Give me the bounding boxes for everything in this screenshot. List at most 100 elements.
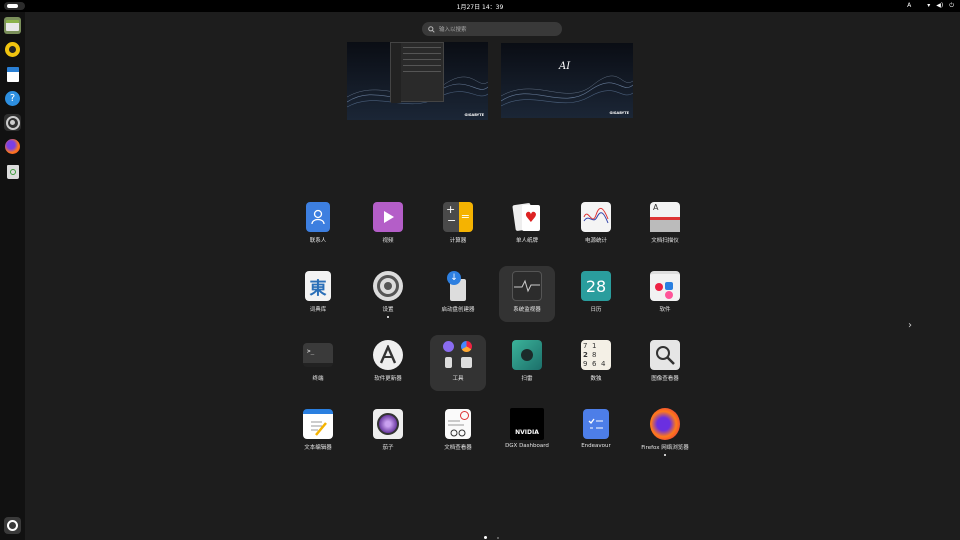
app-settings[interactable]: 设置: [360, 266, 416, 322]
cheese-icon: [373, 409, 403, 439]
app-calculator[interactable]: + − = 计算器: [430, 197, 486, 253]
app-label: Firefox 网络浏览器: [641, 445, 689, 451]
workspace-thumbnail-1[interactable]: GIGABYTE: [347, 42, 488, 120]
app-label: 扫雷: [521, 376, 533, 382]
next-page-arrow-icon[interactable]: ›: [908, 320, 912, 331]
app-videos[interactable]: 视频: [360, 197, 416, 253]
contacts-icon: [306, 202, 330, 232]
app-folder-utilities[interactable]: 工具: [430, 335, 486, 391]
settings-gear-icon: [373, 271, 403, 301]
window-preview[interactable]: [390, 42, 444, 103]
dock: ?: [0, 12, 25, 540]
image-viewer-icon: [650, 340, 680, 370]
app-mines[interactable]: 扫雷: [499, 335, 555, 391]
software-icon: [650, 271, 680, 301]
files-icon[interactable]: [4, 17, 21, 34]
app-endeavour[interactable]: Endeavour: [568, 404, 624, 460]
app-software-updater[interactable]: 软件更新器: [360, 335, 416, 391]
app-label: 软件更新器: [374, 376, 402, 382]
help-icon[interactable]: ?: [4, 90, 21, 107]
app-label: Endeavour: [581, 443, 611, 449]
app-dgx-dashboard[interactable]: NVIDIA DGX Dashboard: [499, 404, 555, 460]
app-solitaire[interactable]: ♥ 单人纸牌: [499, 197, 555, 253]
search-placeholder: 输入以搜索: [439, 27, 467, 33]
running-indicator: [387, 316, 389, 318]
settings-icon[interactable]: [4, 114, 21, 131]
app-text-editor[interactable]: 文本编辑器: [290, 404, 346, 460]
videos-icon: [373, 202, 403, 232]
firefox-icon[interactable]: [4, 138, 21, 155]
calendar-icon: 28: [581, 271, 611, 301]
search-input[interactable]: 输入以搜索: [422, 22, 562, 36]
system-monitor-icon: [512, 271, 542, 301]
search-icon: [428, 25, 435, 33]
trash-icon[interactable]: [4, 163, 21, 180]
app-label: 启动盘创建器: [441, 307, 475, 313]
app-system-monitor[interactable]: 系统监视器: [499, 266, 555, 322]
app-software[interactable]: 软件: [637, 266, 693, 322]
app-label: 日历: [590, 307, 602, 313]
running-indicator: [664, 454, 666, 456]
app-label: 视频: [382, 238, 394, 244]
document-viewer-icon: [445, 409, 471, 439]
software-updater-icon: [373, 340, 403, 370]
endeavour-icon: [583, 409, 609, 439]
app-label: 文档扫描仪: [651, 238, 679, 244]
app-firefox[interactable]: Firefox 网络浏览器: [637, 404, 693, 460]
app-label: 联系人: [309, 238, 327, 244]
terminal-icon: >_: [303, 343, 333, 367]
app-calendar[interactable]: 28 日历: [568, 266, 624, 322]
app-contacts[interactable]: 联系人: [290, 197, 346, 253]
firefox-icon: [650, 408, 680, 440]
app-dictionary[interactable]: 東 词典库: [290, 266, 346, 322]
app-label: 系统监视器: [513, 307, 541, 313]
app-label: 茄子: [382, 445, 394, 451]
app-sudoku[interactable]: 71 28 964 数独: [568, 335, 624, 391]
top-bar: 1月27日 14：39 A ▾ ◀) ⏻: [0, 0, 960, 12]
sudoku-icon: 71 28 964: [581, 340, 611, 370]
text-editor-icon: [303, 409, 333, 439]
app-document-scanner[interactable]: A 文档扫描仪: [637, 197, 693, 253]
app-label: 软件: [659, 307, 671, 313]
app-label: 电源统计: [584, 238, 607, 244]
mines-icon: [512, 340, 542, 370]
app-label: 计算器: [449, 238, 467, 244]
system-tray[interactable]: A ▾ ◀) ⏻: [907, 2, 954, 10]
app-label: 文档查看器: [444, 445, 472, 451]
calculator-icon: + − =: [443, 202, 473, 232]
ai-logo: AI: [559, 61, 571, 72]
document-scanner-icon: A: [650, 202, 680, 232]
writer-icon[interactable]: [4, 66, 21, 83]
app-label: 设置: [382, 307, 394, 313]
input-method-indicator[interactable]: A: [907, 2, 911, 10]
rhythmbox-icon[interactable]: [4, 41, 21, 58]
page-indicator-inactive[interactable]: [497, 537, 499, 539]
clock[interactable]: 1月27日 14：39: [0, 2, 960, 11]
app-label: 终端: [312, 376, 324, 382]
app-label: 文本编辑器: [304, 445, 332, 451]
dictionary-icon: 東: [305, 271, 331, 301]
power-statistics-icon: [581, 202, 611, 232]
app-startup-disk-creator[interactable]: ↓ 启动盘创建器: [430, 266, 486, 322]
app-document-viewer[interactable]: 文档查看器: [430, 404, 486, 460]
app-power-statistics[interactable]: 电源统计: [568, 197, 624, 253]
app-label: 图像查看器: [651, 376, 679, 382]
app-label: DGX Dashboard: [505, 443, 549, 449]
app-label: 词典库: [309, 307, 327, 313]
app-label: 单人纸牌: [515, 238, 538, 244]
app-label: 工具: [452, 376, 464, 382]
app-label: 数独: [590, 376, 602, 382]
workspace-thumbnail-2[interactable]: AI GIGABYTE: [501, 43, 633, 118]
workspace-wallpaper-2: [501, 43, 633, 118]
network-icon: ▾: [927, 2, 931, 9]
app-cheese[interactable]: 茄子: [360, 404, 416, 460]
page-indicator-active[interactable]: [484, 536, 487, 539]
app-terminal[interactable]: >_ 终端: [290, 335, 346, 391]
show-apps-icon[interactable]: [4, 517, 21, 534]
utilities-folder-icon: [438, 338, 478, 372]
power-icon: ⏻: [949, 2, 954, 9]
workspace-brand-2: GIGABYTE: [609, 111, 629, 115]
workspace-brand-1: GIGABYTE: [464, 113, 484, 117]
solitaire-icon: ♥: [512, 202, 542, 232]
app-image-viewer[interactable]: 图像查看器: [637, 335, 693, 391]
